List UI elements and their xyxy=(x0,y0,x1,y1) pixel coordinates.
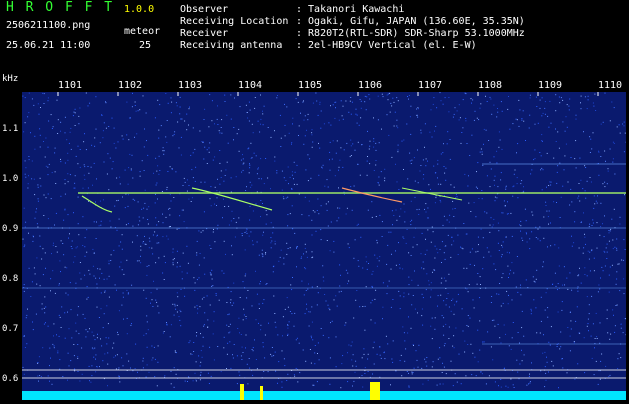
y-tick: 0.7 xyxy=(2,324,18,334)
header: H R O F F T 1.0.0 2506211100.png meteor … xyxy=(0,0,629,78)
y-tick: 1.0 xyxy=(2,174,18,184)
station-info: Observer: Takanori Kawachi Receiving Loc… xyxy=(180,4,525,52)
y-tick: 0.9 xyxy=(2,224,18,234)
activity-bar xyxy=(22,391,626,400)
spectrogram-canvas xyxy=(22,92,626,400)
x-tick: 1107 xyxy=(418,80,442,91)
meta-value: : 2el-HB9CV Vertical (el. E-W) xyxy=(296,40,477,51)
meta-value: : Takanori Kawachi xyxy=(296,4,404,15)
meta-label: Observer xyxy=(180,4,296,15)
x-tick: 1102 xyxy=(118,80,142,91)
filename: 2506211100.png xyxy=(6,20,90,31)
x-tick: 1108 xyxy=(478,80,502,91)
meta-row-location: Receiving Location: Ogaki, Gifu, JAPAN (… xyxy=(180,16,525,28)
meta-value: : R820T2(RTL-SDR) SDR-Sharp 53.1000MHz xyxy=(296,28,525,39)
app-version: 1.0.0 xyxy=(124,4,154,15)
meteor-count: 25 xyxy=(139,40,151,51)
y-axis: 1.1 1.0 0.9 0.8 0.7 0.6 xyxy=(0,72,22,400)
x-tick: 1104 xyxy=(238,80,262,91)
x-tick: 1110 xyxy=(598,80,622,91)
x-tick: 1103 xyxy=(178,80,202,91)
y-tick: 0.6 xyxy=(2,374,18,384)
meta-row-observer: Observer: Takanori Kawachi xyxy=(180,4,525,16)
y-tick: 1.1 xyxy=(2,124,18,134)
meta-label: Receiver xyxy=(180,28,296,39)
x-tick: 1105 xyxy=(298,80,322,91)
meteor-label: meteor xyxy=(124,26,160,37)
x-tick: 1106 xyxy=(358,80,382,91)
x-axis: 1101 1102 1103 1104 1105 1106 1107 1108 … xyxy=(22,80,626,92)
spectrogram xyxy=(22,92,626,400)
spectrogram-background xyxy=(22,92,626,400)
datetime: 25.06.21 11:00 xyxy=(6,40,90,51)
meta-label: Receiving antenna xyxy=(180,40,296,51)
meta-label: Receiving Location xyxy=(180,16,296,27)
x-tick: 1101 xyxy=(58,80,82,91)
x-tick: 1109 xyxy=(538,80,562,91)
y-tick: 0.8 xyxy=(2,274,18,284)
meta-value: : Ogaki, Gifu, JAPAN (136.60E, 35.35N) xyxy=(296,16,525,27)
app-title: H R O F F T xyxy=(6,2,114,13)
meta-row-antenna: Receiving antenna: 2el-HB9CV Vertical (e… xyxy=(180,40,525,52)
meta-row-receiver: Receiver: R820T2(RTL-SDR) SDR-Sharp 53.1… xyxy=(180,28,525,40)
